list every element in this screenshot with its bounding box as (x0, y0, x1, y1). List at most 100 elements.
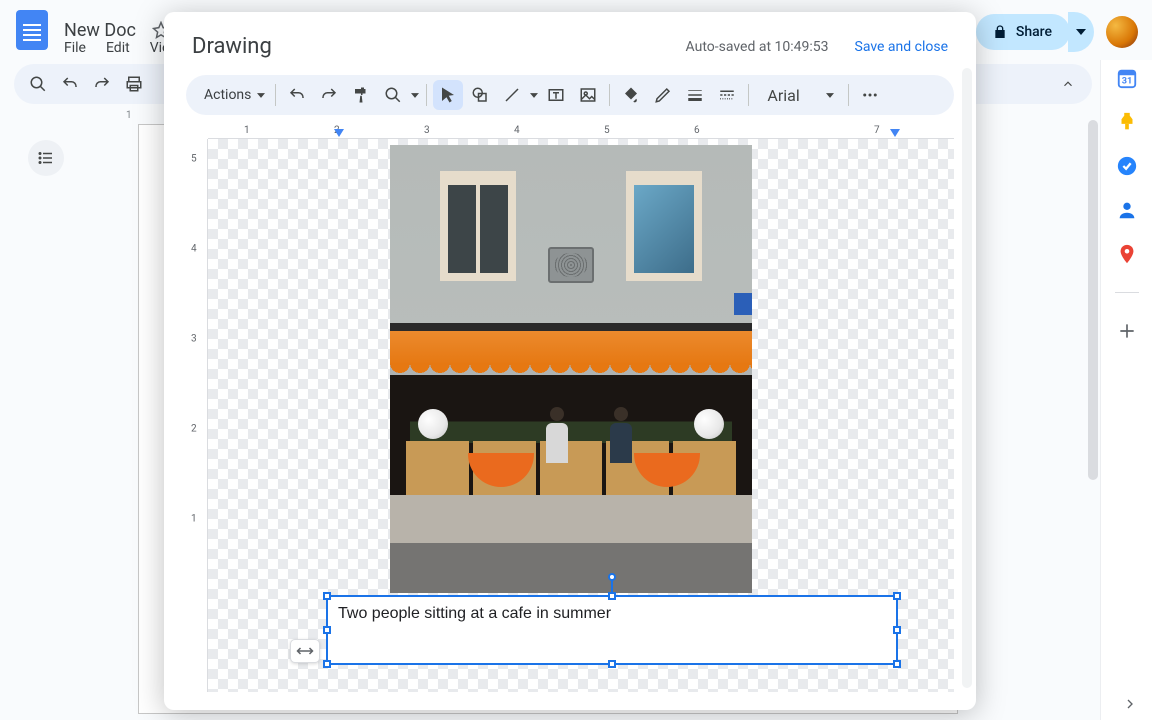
hide-side-panel-icon[interactable] (1122, 696, 1138, 712)
image-content (734, 293, 752, 315)
ruler-indent-marker-left[interactable] (334, 129, 344, 137)
drawing-modal-header: Drawing Auto-saved at 10:49:53 Save and … (164, 12, 976, 71)
textbox-content[interactable]: Two people sitting at a cafe in summer (338, 605, 611, 623)
inserted-image[interactable] (390, 145, 752, 593)
line-dropdown[interactable] (529, 93, 539, 98)
drawing-modal: Drawing Auto-saved at 10:49:53 Save and … (164, 12, 976, 710)
undo-button[interactable] (282, 80, 312, 110)
share-dropdown-button[interactable] (1068, 12, 1094, 52)
actions-menu-button[interactable]: Actions (194, 80, 269, 110)
maps-icon[interactable] (1115, 242, 1139, 266)
print-icon[interactable] (120, 70, 148, 98)
modal-scrollbar-track[interactable] (962, 68, 972, 688)
resize-handle-r[interactable] (893, 626, 901, 634)
caret-down-icon (1076, 29, 1086, 35)
toolbar-separator (426, 84, 427, 106)
resize-handle-tr[interactable] (893, 592, 901, 600)
ruler-h-tick: 7 (874, 125, 880, 136)
ruler-v-tick: 1 (191, 514, 197, 525)
drawing-toolbar: Actions Arial (186, 75, 954, 115)
chip-icon (296, 644, 314, 658)
shape-tool-button[interactable] (465, 80, 495, 110)
list-icon (37, 149, 55, 167)
share-button[interactable]: Share (976, 14, 1070, 50)
calendar-icon[interactable]: 31 (1115, 66, 1139, 90)
image-content (606, 407, 636, 487)
resize-handle-b[interactable] (608, 660, 616, 668)
zoom-button[interactable] (378, 80, 408, 110)
horizontal-ruler[interactable]: 1 2 3 4 5 6 7 (208, 123, 954, 139)
drawing-modal-title: Drawing (192, 34, 272, 59)
fill-color-button[interactable] (616, 80, 646, 110)
actions-label: Actions (198, 87, 257, 103)
floating-action-chip[interactable] (290, 639, 320, 663)
resize-handle-tl[interactable] (323, 592, 331, 600)
autosave-status: Auto-saved at 10:49:53 (686, 39, 829, 55)
ruler-h-tick: 5 (604, 125, 610, 136)
ruler-h-tick: 3 (424, 125, 430, 136)
rotation-handle[interactable] (608, 573, 616, 581)
toolbar-separator (748, 84, 749, 106)
resize-handle-br[interactable] (893, 660, 901, 668)
redo-button[interactable] (314, 80, 344, 110)
share-label: Share (1016, 24, 1052, 40)
page-scrollbar[interactable] (1088, 120, 1098, 710)
resize-handle-l[interactable] (323, 626, 331, 634)
ruler-h-tick: 1 (244, 125, 250, 136)
ruler-tick: 1 (126, 110, 132, 121)
more-options-button[interactable] (855, 80, 885, 110)
drawing-canvas-wrap: 1 2 3 4 5 6 7 1 2 3 4 5 (186, 123, 954, 692)
tasks-icon[interactable] (1115, 154, 1139, 178)
contacts-icon[interactable] (1115, 198, 1139, 222)
ruler-v-tick: 2 (191, 424, 197, 435)
side-panel: 31 (1100, 60, 1152, 720)
ruler-indent-marker-right[interactable] (890, 129, 900, 137)
toolbar-separator (609, 84, 610, 106)
drawing-canvas[interactable]: Two people sitting at a cafe in summer (208, 139, 954, 692)
keep-icon[interactable] (1115, 110, 1139, 134)
undo-icon[interactable] (56, 70, 84, 98)
image-content (626, 171, 702, 281)
rotation-connector (611, 579, 613, 593)
menu-edit[interactable]: Edit (98, 36, 138, 60)
line-tool-button[interactable] (497, 80, 527, 110)
ruler-v-tick: 5 (191, 154, 197, 165)
resize-handle-bl[interactable] (323, 660, 331, 668)
resize-handle-t[interactable] (608, 592, 616, 600)
svg-text:31: 31 (1121, 77, 1132, 87)
image-content (694, 409, 724, 439)
save-and-close-button[interactable]: Save and close (855, 39, 949, 55)
page-scrollbar-thumb[interactable] (1088, 120, 1098, 480)
share-area: Share (976, 12, 1138, 52)
textbox-tool-button[interactable] (541, 80, 571, 110)
image-content (418, 409, 448, 439)
menu-file[interactable]: File (56, 36, 94, 60)
border-dash-button[interactable] (712, 80, 742, 110)
select-tool-button[interactable] (433, 80, 463, 110)
border-weight-button[interactable] (680, 80, 710, 110)
border-color-button[interactable] (648, 80, 678, 110)
ruler-v-tick: 3 (191, 334, 197, 345)
zoom-dropdown[interactable] (410, 93, 420, 98)
font-name-label: Arial (767, 86, 799, 105)
image-content (390, 495, 752, 543)
selected-textbox[interactable]: Two people sitting at a cafe in summer (326, 595, 898, 665)
collapse-toolbar-icon[interactable] (1054, 70, 1082, 98)
ruler-v-tick: 4 (191, 244, 197, 255)
caret-down-icon (257, 93, 265, 98)
image-tool-button[interactable] (573, 80, 603, 110)
add-addon-icon[interactable] (1115, 319, 1139, 343)
docs-logo-icon[interactable] (16, 10, 48, 50)
vertical-ruler[interactable]: 1 2 3 4 5 (186, 139, 208, 692)
paint-format-button[interactable] (346, 80, 376, 110)
show-outline-button[interactable] (28, 140, 64, 176)
account-avatar[interactable] (1106, 16, 1138, 48)
redo-icon[interactable] (88, 70, 116, 98)
image-content (542, 407, 572, 487)
search-menus-icon[interactable] (24, 70, 52, 98)
caret-down-icon (826, 93, 834, 98)
font-family-selector[interactable]: Arial (755, 80, 841, 110)
side-panel-divider (1115, 292, 1139, 293)
ruler-h-tick: 6 (694, 125, 700, 136)
image-content (390, 543, 752, 593)
